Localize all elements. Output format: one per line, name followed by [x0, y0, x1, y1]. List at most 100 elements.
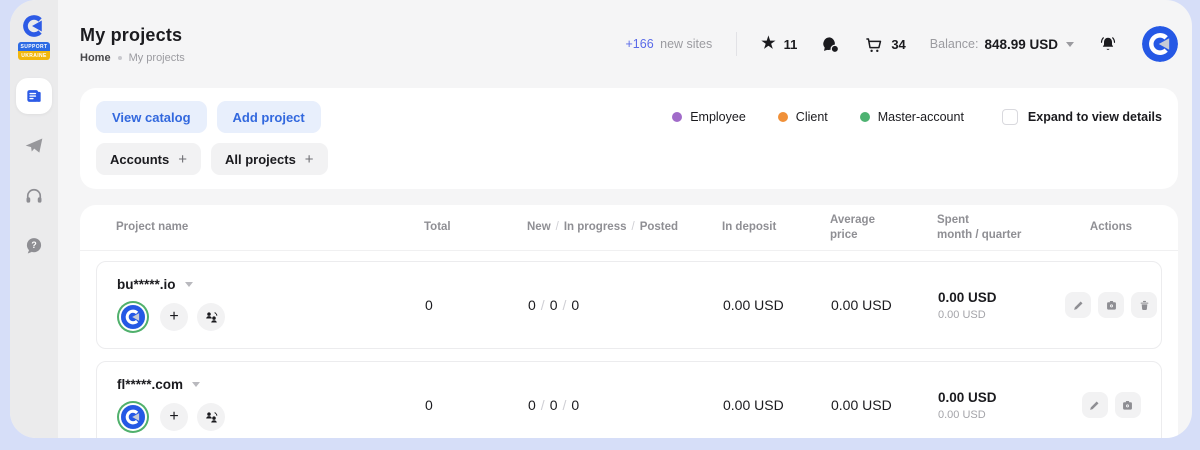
add-project-button[interactable]: Add project [217, 101, 321, 133]
table-header-row: Project name Total New/In progress/Poste… [80, 205, 1178, 251]
paper-plane-icon [24, 136, 44, 156]
deposit-button[interactable] [1115, 392, 1141, 418]
new-sites-link[interactable]: +166 new sites [625, 37, 712, 51]
messages-button[interactable] [821, 35, 840, 54]
topbar-stats: +166 new sites ★ 11 [625, 26, 1178, 62]
content-area: View catalog Add project Accounts + All … [58, 88, 1192, 438]
col-spent: Spent month / quarter [937, 213, 1060, 243]
sidebar-nav: ? [16, 78, 52, 264]
project-accounts: + [117, 401, 425, 433]
project-name-dropdown[interactable]: bu*****.io [117, 277, 425, 292]
in-deposit-value: 0.00 USD [723, 297, 831, 313]
client-dot [778, 112, 788, 122]
legend-client: Client [778, 110, 828, 124]
trash-icon [1138, 299, 1151, 312]
edit-project-button[interactable] [1082, 392, 1108, 418]
posted-value: 0 [571, 297, 579, 313]
total-value: 0 [425, 297, 528, 313]
app-logo[interactable]: SUPPORT UKRAINE [18, 12, 50, 60]
favorites-count: 11 [784, 37, 798, 52]
project-name-dropdown[interactable]: fl*****.com [117, 377, 425, 392]
add-account-button[interactable]: + [160, 303, 188, 331]
statuses-value: 0/0/0 [528, 297, 723, 313]
in-progress-value: 0 [550, 297, 558, 313]
checkbox-icon[interactable] [1002, 109, 1018, 125]
in-progress-value: 0 [550, 397, 558, 413]
transfer-accounts-button[interactable] [197, 403, 225, 431]
in-deposit-value: 0.00 USD [723, 397, 831, 413]
avatar-logo-icon [121, 305, 145, 329]
new-sites-count: +166 [625, 37, 653, 51]
badge-line-1: SUPPORT [18, 42, 50, 51]
pencil-icon [1088, 399, 1101, 412]
legend-master-account-label: Master-account [878, 110, 964, 124]
spent-quarter-value: 0.00 USD [938, 409, 1061, 421]
edit-project-button[interactable] [1065, 292, 1091, 318]
legend-employee: Employee [672, 110, 746, 124]
account-legend: Employee Client Master-account Expand to… [672, 101, 1162, 133]
spent-cell: 0.00 USD 0.00 USD [938, 290, 1061, 321]
accounts-filter-label: Accounts [110, 152, 169, 167]
balance-dropdown[interactable]: Balance: 848.99 USD [930, 37, 1074, 52]
sidebar-item-support[interactable] [16, 178, 52, 214]
view-catalog-button[interactable]: View catalog [96, 101, 207, 133]
transfer-accounts-button[interactable] [197, 303, 225, 331]
new-value: 0 [528, 297, 536, 313]
actions-cell [1061, 392, 1161, 418]
main-area: My projects Home My projects +166 new si… [58, 0, 1192, 438]
page-title: My projects [80, 25, 185, 46]
account-avatar[interactable] [121, 405, 145, 429]
deposit-button[interactable] [1098, 292, 1124, 318]
new-sites-label: new sites [660, 37, 712, 51]
projects-table: Project name Total New/In progress/Poste… [80, 205, 1178, 438]
breadcrumb-separator [118, 56, 122, 60]
breadcrumb-home[interactable]: Home [80, 52, 111, 64]
account-avatar[interactable] [121, 305, 145, 329]
posted-value: 0 [571, 397, 579, 413]
plus-icon: + [305, 151, 314, 168]
favorites-counter[interactable]: ★ 11 [761, 36, 797, 52]
new-value: 0 [528, 397, 536, 413]
col-total: Total [424, 220, 527, 235]
breadcrumb: Home My projects [80, 52, 185, 64]
avatar-logo-icon [1142, 26, 1178, 62]
safe-deposit-icon [1105, 299, 1118, 312]
headphones-icon [24, 186, 44, 206]
master-account-dot [860, 112, 870, 122]
accounts-filter[interactable]: Accounts + [96, 143, 201, 175]
user-avatar[interactable] [1142, 26, 1178, 62]
col-new: New [527, 221, 551, 233]
expand-details-checkbox[interactable]: Expand to view details [1002, 109, 1162, 125]
toolbar-card: View catalog Add project Accounts + All … [80, 88, 1178, 189]
documents-icon [24, 86, 44, 106]
table-row: bu*****.io [96, 261, 1162, 349]
bell-icon [1098, 34, 1118, 54]
sidebar-item-telegram[interactable] [16, 128, 52, 164]
sidebar-item-projects[interactable] [16, 78, 52, 114]
cart-counter[interactable]: 34 [864, 35, 905, 54]
divider [736, 32, 737, 56]
average-price-value: 0.00 USD [831, 397, 938, 413]
transfer-users-icon [204, 310, 219, 325]
delete-project-button[interactable] [1131, 292, 1157, 318]
project-name: bu*****.io [117, 277, 176, 292]
project-name: fl*****.com [117, 377, 183, 392]
sidebar: SUPPORT UKRAINE [10, 0, 58, 438]
transfer-users-icon [204, 410, 219, 425]
col-statuses: New/In progress/Posted [527, 220, 722, 235]
total-value: 0 [425, 397, 528, 413]
toolbar-buttons: View catalog Add project Accounts + All … [96, 101, 328, 175]
legend-client-label: Client [796, 110, 828, 124]
projects-filter[interactable]: All projects + [211, 143, 328, 175]
employee-dot [672, 112, 682, 122]
add-account-button[interactable]: + [160, 403, 188, 431]
spent-cell: 0.00 USD 0.00 USD [938, 390, 1061, 421]
col-posted: Posted [640, 221, 678, 233]
expand-details-label: Expand to view details [1028, 110, 1162, 124]
brand-c-icon [20, 12, 48, 40]
sidebar-item-help[interactable]: ? [16, 228, 52, 264]
breadcrumb-current: My projects [129, 52, 185, 64]
spent-month-value: 0.00 USD [938, 390, 1061, 405]
col-project-name: Project name [96, 220, 424, 235]
notifications-button[interactable] [1098, 34, 1118, 54]
